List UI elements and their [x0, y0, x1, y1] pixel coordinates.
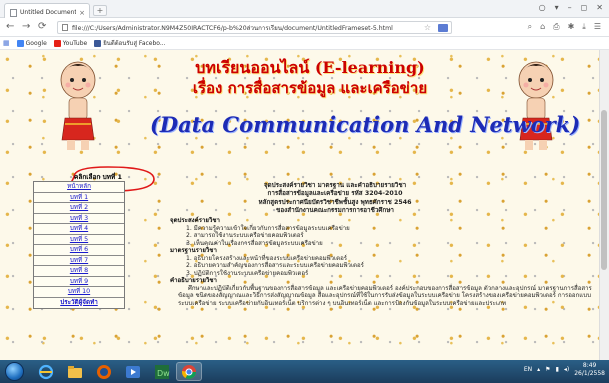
menu-link-chapter-5[interactable]: บทที่ 5 [34, 235, 124, 245]
bookmark-label: ยินดีต้อนรับสู่ Facebo... [103, 40, 166, 47]
ie-icon[interactable] [33, 362, 59, 381]
forward-icon[interactable]: → [22, 21, 30, 33]
page-content: บทเรียนออนไลน์ (E-learning) เรื่อง การสื… [0, 50, 609, 360]
menu-link-chapter-6[interactable]: บทที่ 6 [34, 245, 124, 256]
volume-icon[interactable]: ◂) [564, 366, 569, 373]
list-item: 3. เห็นคุณค่าในเรื่องการสื่อสารข้อมูลระบ… [186, 239, 323, 247]
youtube-icon [53, 39, 61, 47]
back-icon[interactable]: ← [6, 21, 14, 33]
info-line: ของสำนักงานคณะกรรมการการอาชีวศึกษา [276, 206, 394, 214]
bookmark-youtube[interactable]: YouTube [53, 39, 88, 47]
bookmarks-bar: ▦ Google YouTube ยินดีต้อนรับสู่ Facebo.… [0, 37, 609, 50]
network-icon[interactable]: ▮ [556, 366, 559, 373]
tools-icon[interactable]: ✱ [568, 22, 575, 32]
page-icon [10, 8, 17, 17]
url-text[interactable]: file:///C:/Users/Administrator.N9M4Z50IR… [72, 23, 420, 33]
print-icon[interactable]: ⎙ [553, 22, 559, 32]
menu-link-author[interactable]: ประวัติผู้จัดทำ [34, 298, 124, 309]
info-line: หลักสูตรประกาศนียบัตรวิชาชีพชั้นสูง พุทธ… [258, 198, 412, 206]
window-controls: ○ ▾ – ◻ ✕ [539, 3, 603, 12]
menu-link-chapter-9[interactable]: บทที่ 9 [34, 277, 124, 287]
new-tab-button[interactable]: + [93, 5, 107, 16]
page-header: บทเรียนออนไลน์ (E-learning) เรื่อง การสื… [0, 50, 609, 162]
tab-title: Untitled Document [20, 9, 77, 16]
list-item: 1. อธิบายโครงสร้างและหน้าที่ของระบบเครือ… [186, 254, 348, 262]
menu-icon[interactable]: ☰ [594, 22, 601, 32]
clock-time: 8:49 [582, 362, 597, 369]
flag-icon[interactable]: ⚑ [545, 366, 550, 373]
dropdown-icon[interactable]: ▾ [555, 3, 559, 12]
page-title-english: (Data Communication And Network) [150, 112, 581, 137]
svg-text:Dw: Dw [157, 369, 170, 378]
menu-link-chapter-2[interactable]: บทที่ 2 [34, 203, 124, 214]
minimize-button[interactable]: – [568, 3, 572, 12]
dreamweaver-icon[interactable]: Dw [149, 362, 175, 381]
menu-link-chapter-8[interactable]: บทที่ 8 [34, 266, 124, 277]
vertical-scrollbar[interactable] [599, 50, 609, 360]
list-item: 2. อธิบายความสำคัญของการสื่อสารและระบบเค… [186, 262, 364, 269]
chrome-icon[interactable] [176, 362, 202, 381]
info-line: การสื่อสารข้อมูลและเครือข่าย รหัส 3204-2… [267, 190, 403, 198]
menu-link-home[interactable]: หน้าหลัก [34, 182, 124, 193]
cartoon-child-right-icon [518, 61, 554, 150]
windows-taskbar: Dw EN ▴ ⚑ ▮ ◂) 8:49 26/1/2558 [0, 360, 609, 383]
explorer-icon[interactable] [62, 362, 88, 381]
tab-strip: Untitled Document × + ○ ▾ – ◻ ✕ [0, 0, 609, 18]
address-bar: ← → ⟳ file:///C:/Users/Administrator.N9M… [0, 18, 609, 37]
menu-link-chapter-1[interactable]: บทที่ 1 [34, 193, 124, 203]
extension-icon[interactable] [438, 23, 448, 32]
menu-link-chapter-7[interactable]: บทที่ 7 [34, 256, 124, 266]
cartoon-child-left-icon [60, 61, 96, 150]
description-paragraph: ศึกษาและปฏิบัติเกี่ยวกับพื้นฐานของการสื่… [178, 284, 592, 307]
scrollbar-thumb[interactable] [601, 110, 607, 270]
menu-link-chapter-10[interactable]: บทที่ 10 [34, 287, 124, 298]
bookmark-label: YouTube [62, 39, 88, 47]
reload-icon[interactable]: ⟳ [38, 21, 46, 33]
chapter-menu: หน้าหลัก บทที่ 1 บทที่ 2 บทที่ 3 บทที่ 4… [33, 181, 125, 309]
course-details: จุดประสงค์รายวิชา 1. มีความรู้ความเข้าใจ… [170, 217, 600, 307]
facebook-icon [94, 39, 102, 47]
system-tray: EN ▴ ⚑ ▮ ◂) 8:49 26/1/2558 [524, 362, 605, 377]
clock-date: 26/1/2558 [574, 369, 605, 377]
url-input[interactable]: file:///C:/Users/Administrator.N9M4Z50IR… [57, 21, 452, 34]
profile-icon[interactable]: ○ [539, 3, 546, 12]
toolbar-icons: ⌕ ⌂ ⎙ ✱ ⤓ ☰ [528, 22, 601, 32]
bookmark-facebook[interactable]: ยินดีต้อนรับสู่ Facebo... [94, 38, 166, 48]
page-title-line-2: เรื่อง การสื่อสารข้อมูล และเครือข่าย [192, 79, 428, 97]
show-hidden-icons-icon[interactable]: ▴ [537, 366, 540, 373]
google-icon [16, 39, 24, 47]
firefox-icon[interactable] [91, 362, 117, 381]
bookmark-label: Google [25, 39, 47, 47]
browser-tab[interactable]: Untitled Document × [4, 3, 90, 18]
close-tab-icon[interactable]: × [79, 9, 85, 17]
apps-icon[interactable]: ▦ [3, 39, 10, 47]
language-indicator[interactable]: EN [524, 366, 532, 373]
section-heading: จุดประสงค์รายวิชา [170, 217, 220, 224]
list-item: 1. มีความรู้ความเข้าใจเกี่ยวกับการสื่อสา… [186, 224, 350, 232]
bookmark-star-icon[interactable]: ☆ [424, 23, 434, 32]
download-icon[interactable]: ⤓ [582, 22, 586, 32]
menu-link-chapter-4[interactable]: บทที่ 4 [34, 224, 124, 235]
file-icon [62, 24, 68, 31]
list-item: 3. ปฏิบัติการใช้งานระบบเครือข่ายคอมพิวเต… [186, 269, 309, 277]
bookmark-google[interactable]: Google [16, 39, 47, 47]
home-icon[interactable]: ⌂ [540, 22, 545, 32]
course-info: จุดประสงค์รายวิชา มาตรฐาน และคำอธิบายราย… [215, 182, 455, 215]
close-window-button[interactable]: ✕ [596, 3, 603, 12]
list-item: 2. สามารถใช้งานระบบเครือข่ายคอมพิวเตอร์ [186, 232, 304, 239]
clock[interactable]: 8:49 26/1/2558 [574, 362, 605, 377]
menu-link-chapter-3[interactable]: บทที่ 3 [34, 214, 124, 224]
section-heading: คำอธิบายรายวิชา [170, 277, 217, 284]
search-icon[interactable]: ⌕ [528, 22, 532, 32]
start-button[interactable] [5, 362, 24, 381]
section-heading: มาตรฐานรายวิชา [170, 247, 217, 254]
maximize-button[interactable]: ◻ [581, 3, 588, 12]
media-icon[interactable] [120, 362, 146, 381]
